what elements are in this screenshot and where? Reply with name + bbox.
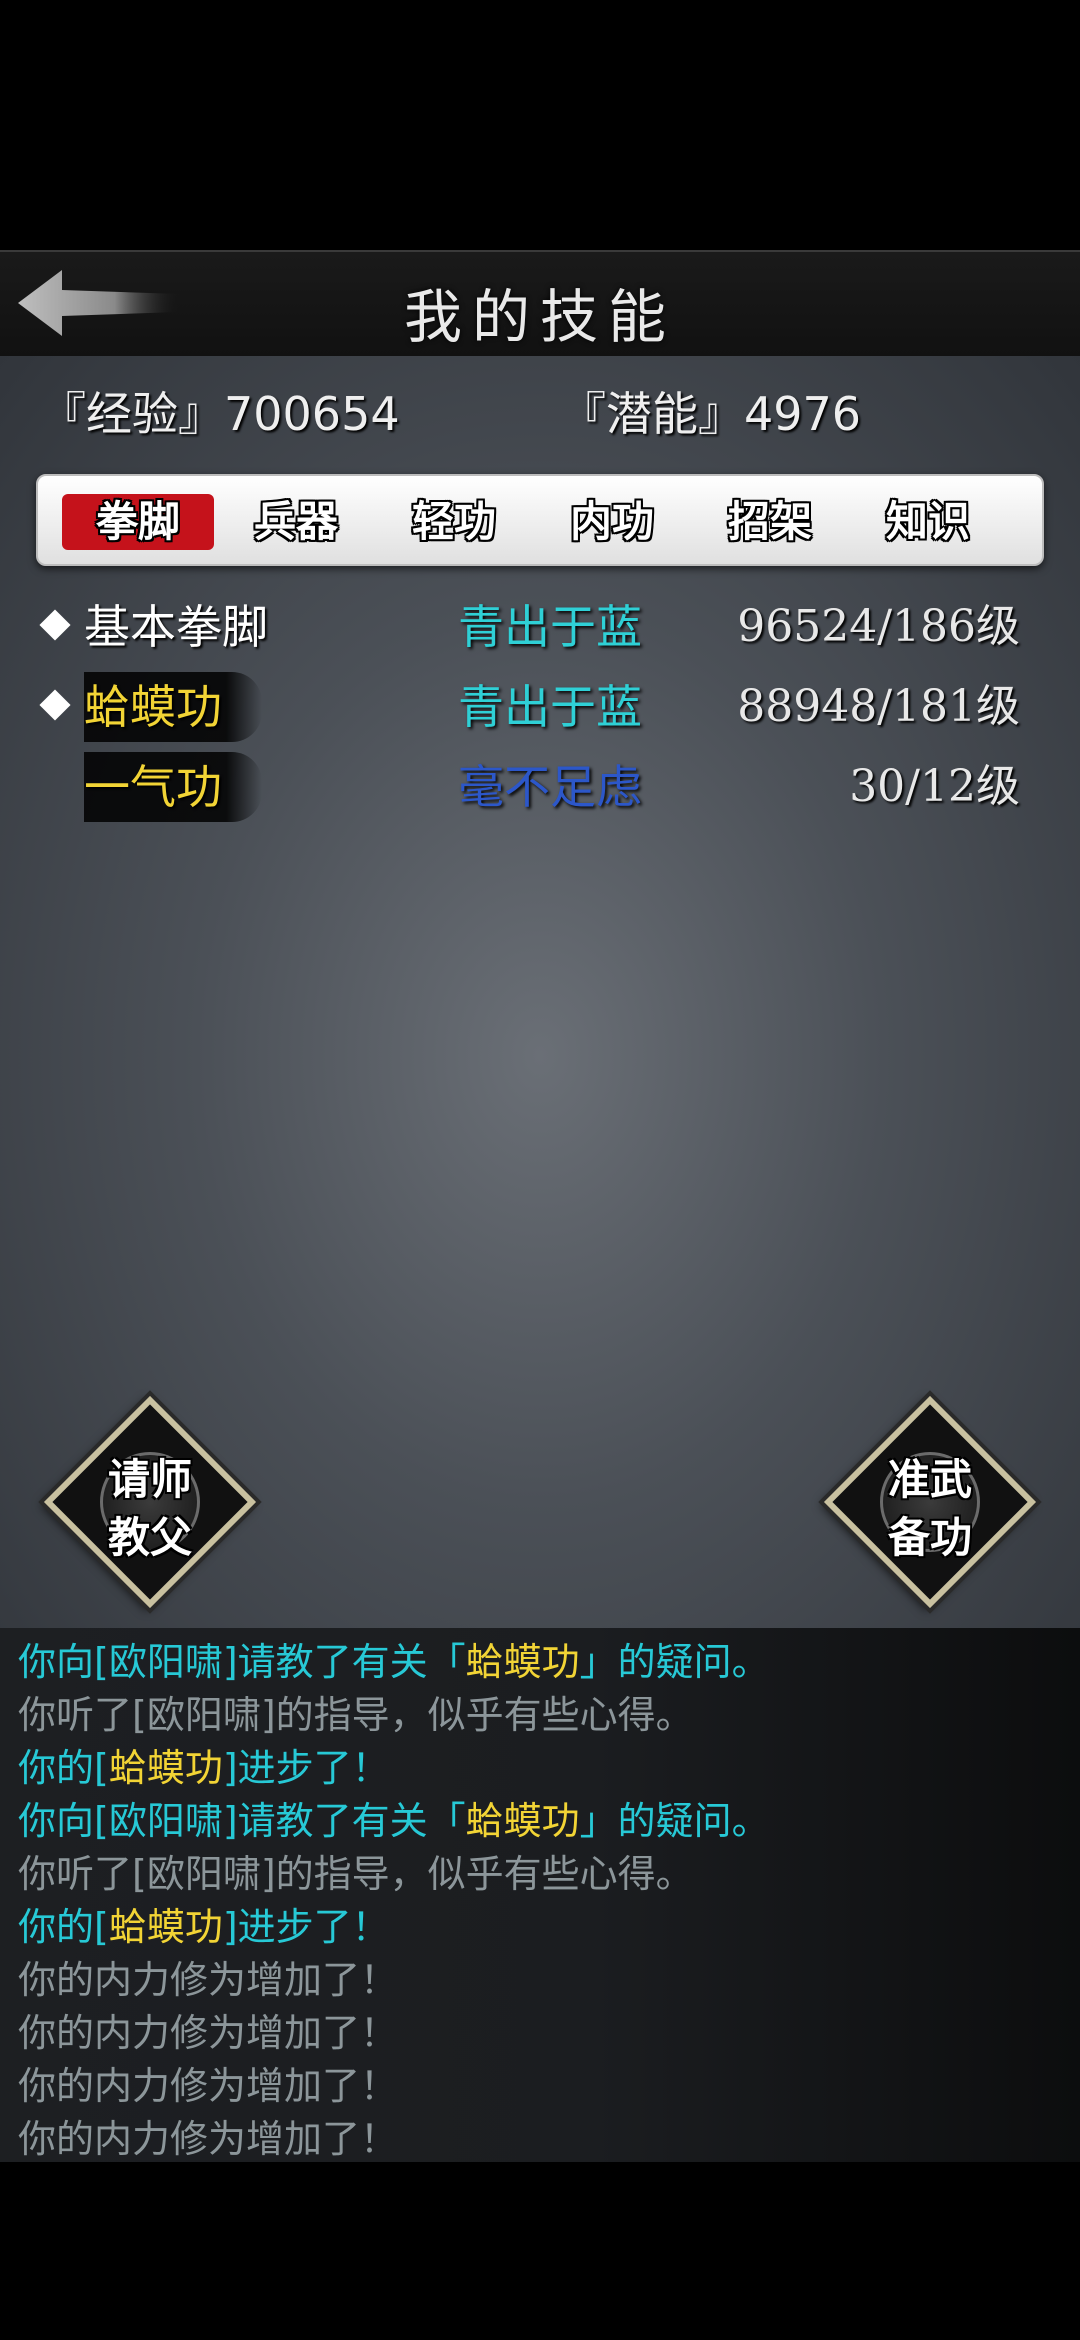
ask-master-button[interactable]: 请师 教父 [43,1395,257,1609]
log-line: 你的内力修为增加了！ [18,2060,398,2112]
log-text: ]进步了！ [222,1905,390,1949]
log-line: 你的内力修为增加了！ [18,2007,398,2059]
skill-level: 30/12级 [849,761,1020,812]
log-text: 你向[欧阳啸]请教了有关「 [18,1799,466,1843]
log-text: ]进步了！ [222,1746,390,1790]
log-text: 你的内力修为增加了！ [18,2064,399,2108]
tab-internal[interactable]: 内功 [536,494,688,550]
log-line: 你向[欧阳啸]请教了有关「蛤蟆功」的疑问。 [18,1636,770,1688]
skill-level: 88948/181级 [737,681,1020,732]
header-bar: 我的技能 [0,250,1080,358]
log-line: 你的[蛤蟆功]进步了！ [18,1742,390,1794]
log-line: 你听了[欧阳啸]的指导，似乎有些心得。 [18,1689,694,1741]
skill-category-tabs: 拳脚 兵器 轻功 内功 招架 知识 [36,474,1044,566]
log-text: 」的疑问。 [579,1799,770,1843]
tab-lightness[interactable]: 轻功 [378,494,530,550]
enabled-marker-icon [39,689,71,721]
log-text: 你听了[欧阳啸]的指导，似乎有些心得。 [18,1852,694,1896]
tab-knowledge[interactable]: 知识 [852,494,1004,550]
skill-name: 一气功 [84,752,262,822]
skills-screen: 我的技能 『经验』700654 『潜能』4976 拳脚 兵器 轻功 内功 招架 … [0,0,1080,2340]
log-text: 你向[欧阳啸]请教了有关「 [18,1640,466,1684]
potential-stat: 『潜能』4976 [560,387,862,441]
log-highlight: 蛤蟆功 [108,1905,223,1949]
log-line: 你听了[欧阳啸]的指导，似乎有些心得。 [18,1848,694,1900]
log-text: 你的内力修为增加了！ [18,2011,399,2055]
button-label-line1: 准武 [887,1455,972,1504]
log-text: 你的内力修为增加了！ [18,2117,399,2161]
skill-level: 96524/186级 [737,601,1020,652]
skill-name: 基本拳脚 [84,600,268,654]
log-highlight: 蛤蟆功 [108,1746,223,1790]
skill-name: 蛤蟆功 [84,672,262,742]
log-line: 你向[欧阳啸]请教了有关「蛤蟆功」的疑问。 [18,1795,770,1847]
skill-rank: 毫不足虑 [458,760,642,814]
log-line: 你的[蛤蟆功]进步了！ [18,1901,390,1953]
prepare-skill-button[interactable]: 准武 备功 [823,1395,1037,1609]
skill-rank: 青出于蓝 [458,680,642,734]
log-text: 你的[ [18,1905,109,1949]
tab-fist[interactable]: 拳脚 [62,494,214,550]
log-line: 你的内力修为增加了！ [18,2113,398,2162]
skill-row[interactable]: 基本拳脚 青出于蓝 96524/186级 [0,592,1080,662]
status-area [0,0,1080,250]
skill-rank: 青出于蓝 [458,600,642,654]
log-highlight: 蛤蟆功 [465,1799,580,1843]
skill-row[interactable]: 一气功 毫不足虑 30/12级 [0,752,1080,822]
skills-panel: 『经验』700654 『潜能』4976 拳脚 兵器 轻功 内功 招架 知识 基本… [0,356,1080,1628]
experience-stat: 『经验』700654 [40,387,400,441]
tab-parry[interactable]: 招架 [694,494,846,550]
page-title: 我的技能 [403,283,676,351]
log-text: 你的[ [18,1746,109,1790]
tab-weapon[interactable]: 兵器 [220,494,372,550]
skill-row[interactable]: 蛤蟆功 青出于蓝 88948/181级 [0,672,1080,742]
enabled-marker-icon [39,609,71,641]
bottom-safe-area [0,2162,1080,2340]
log-line: 你的内力修为增加了！ [18,1954,398,2006]
log-highlight: 蛤蟆功 [465,1640,580,1684]
log-text: 」的疑问。 [579,1640,770,1684]
button-label-line2: 备功 [887,1513,972,1562]
message-log[interactable]: 你向[欧阳啸]请教了有关「蛤蟆功」的疑问。 你听了[欧阳啸]的指导，似乎有些心得… [0,1628,1080,2162]
log-text: 你的内力修为增加了！ [18,1958,399,2002]
log-text: 你听了[欧阳啸]的指导，似乎有些心得。 [18,1693,694,1737]
button-label-line2: 教父 [107,1513,192,1562]
button-label-line1: 请师 [107,1455,192,1504]
